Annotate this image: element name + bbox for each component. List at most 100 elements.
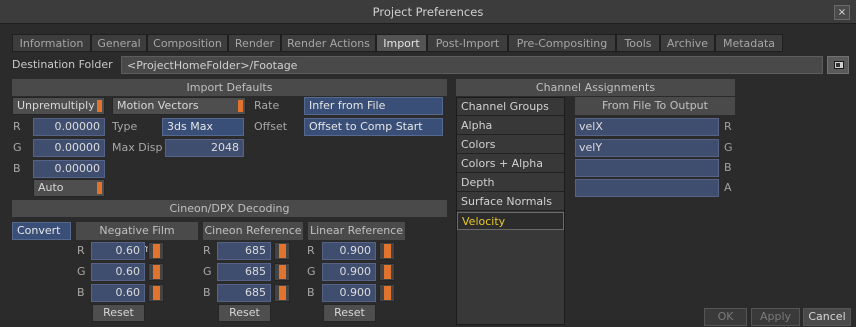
- cineon-ref-r-label: R: [203, 244, 211, 257]
- rate-dropdown[interactable]: Infer from File: [304, 97, 443, 115]
- neg-gamma-r-slider[interactable]: [148, 242, 164, 260]
- neg-gamma-g-label: G: [77, 265, 86, 278]
- linear-ref-b-field[interactable]: 0.900: [322, 284, 376, 302]
- tab-pre-compositing[interactable]: Pre-Compositing: [508, 34, 616, 52]
- neg-gamma-reset-button[interactable]: Reset: [92, 304, 145, 322]
- linear-reference-header: Linear Reference: [308, 222, 405, 240]
- slider-fill: [384, 286, 391, 300]
- b-value-field[interactable]: 0.00000: [33, 160, 105, 178]
- cineon-header: Cineon/DPX Decoding: [12, 200, 447, 217]
- channel-b-field[interactable]: [575, 159, 719, 177]
- linear-ref-r-field[interactable]: 0.900: [322, 242, 376, 260]
- slider-fill: [279, 244, 286, 258]
- destination-folder-field[interactable]: <ProjectHomeFolder>/Footage: [121, 56, 823, 74]
- cineon-ref-g-field[interactable]: 685: [217, 263, 271, 281]
- type-label: Type: [112, 120, 138, 133]
- ok-button[interactable]: OK: [704, 308, 747, 326]
- channel-g-label: G: [724, 141, 733, 154]
- b-label: B: [13, 162, 21, 175]
- linear-ref-b-slider[interactable]: [379, 284, 395, 302]
- close-button[interactable]: ×: [834, 5, 850, 20]
- max-disp-label: Max Disp: [112, 141, 163, 154]
- offset-dropdown[interactable]: Offset to Comp Start: [304, 118, 443, 136]
- linear-ref-g-label: G: [307, 265, 316, 278]
- cineon-ref-r-field[interactable]: 685: [217, 242, 271, 260]
- r-label: R: [13, 120, 21, 133]
- list-item-velocity[interactable]: Velocity: [457, 212, 564, 230]
- neg-gamma-r-label: R: [77, 244, 85, 257]
- slider-fill: [153, 244, 160, 258]
- channel-a-label: A: [724, 181, 732, 194]
- list-item-colors-alpha[interactable]: Colors + Alpha: [457, 155, 564, 173]
- channel-r-label: R: [724, 120, 732, 133]
- slider-fill: [279, 265, 286, 279]
- auto-toggle[interactable]: Auto: [33, 179, 105, 197]
- toggle-indicator: [97, 100, 102, 112]
- neg-gamma-b-field[interactable]: 0.60: [91, 284, 145, 302]
- offset-label: Offset: [254, 120, 288, 133]
- neg-gamma-g-field[interactable]: 0.60: [91, 263, 145, 281]
- r-value-field[interactable]: 0.00000: [33, 118, 105, 136]
- channel-assignments-header: Channel Assignments: [456, 79, 735, 96]
- folder-browse-icon: [834, 61, 844, 69]
- from-file-to-output-header: From File To Output: [575, 97, 735, 115]
- unpremultiply-label: Unpremultiply: [17, 99, 95, 112]
- linear-ref-b-label: B: [307, 286, 315, 299]
- tab-information[interactable]: Information: [12, 34, 91, 52]
- channel-b-label: B: [724, 161, 732, 174]
- g-label: G: [13, 141, 22, 154]
- cineon-ref-b-field[interactable]: 685: [217, 284, 271, 302]
- tab-archive[interactable]: Archive: [660, 34, 715, 52]
- list-item-alpha[interactable]: Alpha: [457, 117, 564, 135]
- channel-groups-header: Channel Groups: [457, 98, 564, 116]
- cineon-ref-b-slider[interactable]: [274, 284, 290, 302]
- neg-gamma-b-label: B: [77, 286, 85, 299]
- channel-g-field[interactable]: velY: [575, 139, 719, 157]
- slider-fill: [384, 244, 391, 258]
- tab-metadata[interactable]: Metadata: [715, 34, 783, 52]
- tab-tools[interactable]: Tools: [616, 34, 660, 52]
- slider-fill: [384, 265, 391, 279]
- tab-post-import[interactable]: Post-Import: [427, 34, 508, 52]
- slider-fill: [153, 265, 160, 279]
- window-title: Project Preferences: [372, 5, 484, 19]
- linear-ref-reset-button[interactable]: Reset: [323, 304, 376, 322]
- cineon-ref-g-slider[interactable]: [274, 263, 290, 281]
- motion-vectors-label: Motion Vectors: [117, 99, 199, 112]
- tab-import[interactable]: Import: [376, 34, 427, 52]
- convert-button[interactable]: Convert: [12, 222, 71, 240]
- slider-fill: [279, 286, 286, 300]
- list-item-surface-normals[interactable]: Surface Normals: [457, 193, 564, 211]
- channel-groups-list: Channel Groups Alpha Colors Colors + Alp…: [456, 97, 565, 325]
- max-disp-field[interactable]: 2048: [165, 139, 244, 157]
- tab-general[interactable]: General: [91, 34, 147, 52]
- rate-label: Rate: [254, 99, 280, 112]
- tab-bar: Information General Composition Render R…: [0, 34, 856, 52]
- cineon-ref-r-slider[interactable]: [274, 242, 290, 260]
- tab-composition[interactable]: Composition: [147, 34, 228, 52]
- neg-gamma-r-field[interactable]: 0.60: [91, 242, 145, 260]
- tab-render-actions[interactable]: Render Actions: [281, 34, 376, 52]
- linear-ref-r-slider[interactable]: [379, 242, 395, 260]
- neg-gamma-g-slider[interactable]: [148, 263, 164, 281]
- cineon-reference-header: Cineon Reference: [203, 222, 303, 240]
- g-value-field[interactable]: 0.00000: [33, 139, 105, 157]
- channel-r-field[interactable]: velX: [575, 118, 719, 136]
- linear-ref-g-slider[interactable]: [379, 263, 395, 281]
- tab-render[interactable]: Render: [228, 34, 281, 52]
- linear-ref-g-field[interactable]: 0.900: [322, 263, 376, 281]
- list-item-depth[interactable]: Depth: [457, 174, 564, 192]
- destination-folder-label: Destination Folder: [12, 58, 113, 71]
- apply-button[interactable]: Apply: [751, 308, 800, 326]
- unpremultiply-toggle[interactable]: Unpremultiply: [12, 97, 105, 115]
- folder-browse-button[interactable]: [827, 56, 849, 74]
- neg-gamma-b-slider[interactable]: [148, 284, 164, 302]
- channel-a-field[interactable]: [575, 179, 719, 197]
- type-dropdown[interactable]: 3ds Max: [162, 118, 244, 136]
- toggle-indicator: [97, 182, 102, 194]
- toggle-indicator: [238, 100, 243, 112]
- cancel-button[interactable]: Cancel: [803, 308, 851, 326]
- list-item-colors[interactable]: Colors: [457, 136, 564, 154]
- cineon-ref-reset-button[interactable]: Reset: [218, 304, 271, 322]
- motion-vectors-toggle[interactable]: Motion Vectors: [112, 97, 246, 115]
